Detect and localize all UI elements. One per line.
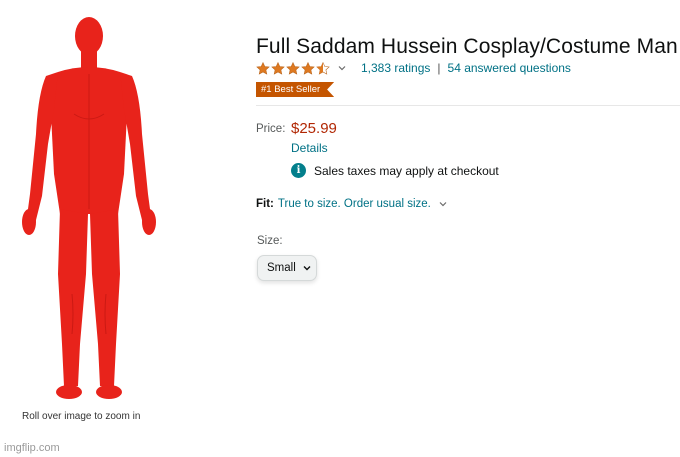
fit-label: Fit:	[256, 198, 274, 210]
star-icon	[286, 61, 300, 75]
chevron-down-icon	[338, 66, 346, 71]
fit-row: Fit: True to size. Order usual size.	[256, 198, 448, 210]
tax-note: Sales taxes may apply at checkout	[314, 163, 499, 178]
chevron-down-icon[interactable]	[438, 199, 448, 209]
image-column: Roll over image to zoom in imgflip.com	[0, 0, 235, 457]
zoom-hint: Roll over image to zoom in	[22, 411, 141, 422]
answered-questions-link[interactable]: 54 answered questions	[448, 61, 571, 75]
star-icon	[256, 61, 270, 75]
chevron-down-icon	[303, 266, 311, 271]
watermark: imgflip.com	[4, 442, 60, 454]
fit-value-link[interactable]: True to size. Order usual size.	[278, 198, 431, 210]
info-icon: i	[291, 163, 306, 178]
half-star-icon	[316, 61, 330, 75]
size-dropdown[interactable]: Small	[257, 255, 317, 281]
price-label: Price:	[256, 123, 286, 135]
rating-row: 1,383 ratings | 54 answered questions	[256, 60, 571, 76]
product-title: Full Saddam Hussein Cosplay/Costume Man	[256, 35, 678, 58]
price-details-link[interactable]: Details	[291, 141, 328, 155]
star-icon	[301, 61, 315, 75]
size-label: Size:	[257, 235, 283, 247]
size-selected-value: Small	[267, 262, 296, 274]
tax-note-row: i Sales taxes may apply at checkout	[291, 163, 499, 178]
ratings-count-link[interactable]: 1,383 ratings	[361, 61, 430, 75]
best-seller-badge[interactable]: #1 Best Seller	[256, 82, 335, 97]
star-icon	[271, 61, 285, 75]
price-value: $25.99	[291, 120, 337, 137]
separator: |	[437, 61, 441, 75]
star-rating[interactable]	[256, 61, 348, 75]
product-image[interactable]	[14, 14, 164, 404]
divider	[256, 105, 680, 106]
